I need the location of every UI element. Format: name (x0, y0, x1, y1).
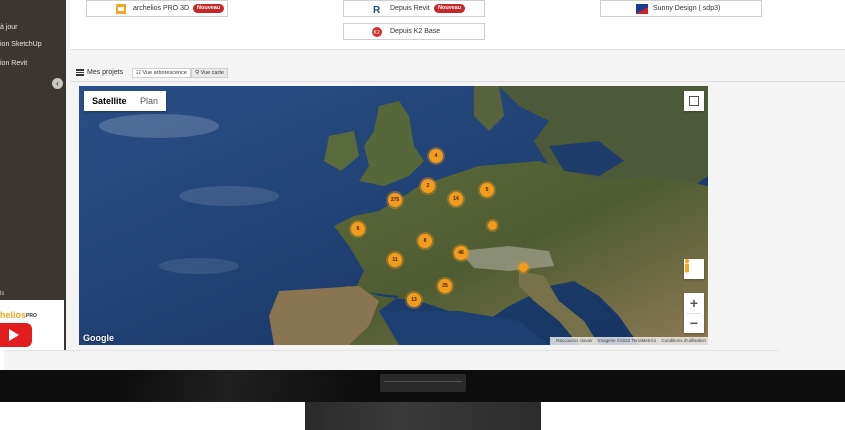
terms-link[interactable]: Conditions d'utilisation (661, 338, 706, 343)
archelios-icon (116, 4, 126, 14)
software-card-label: Sunny Design ( sdp3) (653, 5, 721, 12)
software-card-label: Depuis Revit (390, 5, 430, 12)
software-card-sunny-design[interactable]: Sunny Design ( sdp3) (600, 0, 762, 17)
k2-icon: K2 (372, 27, 382, 37)
promo-brand: helios (0, 310, 27, 320)
map-cluster-marker[interactable]: 8 (418, 234, 432, 248)
fullscreen-icon[interactable] (684, 91, 704, 111)
svg-text:K2: K2 (374, 30, 380, 36)
map-attribution: Raccourcis clavier Imagerie ©2022 TerraM… (550, 337, 708, 345)
map-cluster-marker[interactable]: 275 (388, 193, 402, 207)
list-icon (76, 69, 84, 76)
map-cluster-marker[interactable]: 25 (438, 279, 452, 293)
tab-map-view-label: Vue carte (200, 70, 224, 76)
sidebar-item-revit[interactable]: ion Revit (0, 60, 27, 67)
bottom-panel (4, 350, 779, 370)
monitor-power-button (380, 374, 466, 392)
pegman-icon (685, 259, 689, 273)
map-cluster-marker[interactable]: 5 (480, 183, 494, 197)
map-cluster-marker[interactable]: 11 (388, 253, 402, 267)
map-pin-icon: ⚲ (195, 70, 200, 76)
software-card-label: Depuis K2 Base (390, 28, 441, 35)
sidebar-bottom-label: ls (0, 291, 5, 297)
map-cluster-marker[interactable] (519, 263, 528, 272)
map-cluster-marker[interactable]: 14 (449, 192, 463, 206)
plan-button[interactable]: Plan (132, 91, 166, 111)
svg-text:R: R (373, 5, 381, 14)
street-view-pegman-icon[interactable] (684, 259, 704, 279)
google-logo: Google (83, 333, 114, 343)
map-cluster-marker[interactable]: 46 (454, 246, 468, 260)
tree-icon: ☷ (136, 70, 141, 76)
new-badge: Nouveau (193, 4, 225, 13)
promo-brand-suffix: PRO (26, 313, 37, 319)
tab-map-view[interactable]: ⚲ Vue carte (191, 68, 228, 78)
youtube-play-icon[interactable] (0, 323, 32, 347)
divider (70, 81, 845, 82)
sidebar: à jour ion SketchUp ion Revit ‹ ls helio… (0, 0, 66, 370)
imagery-credit: Imagerie ©2022 TerraMetrics (598, 338, 657, 343)
map-type-control: Satellite Plan (84, 91, 166, 111)
satellite-button[interactable]: Satellite (84, 91, 135, 111)
sidebar-item-sketchup[interactable]: ion SketchUp (0, 41, 42, 48)
map-cluster-marker[interactable]: 6 (351, 222, 365, 236)
software-card-k2[interactable]: K2 Depuis K2 Base (343, 23, 485, 40)
software-card-label: archelios PRO 3D (133, 5, 190, 12)
software-card-archelios[interactable]: archelios PRO 3D Nouveau (86, 0, 228, 17)
software-panel: archelios PRO 3D Nouveau R Depuis Revit … (70, 0, 845, 50)
new-badge: Nouveau (434, 4, 466, 13)
map-cluster-marker[interactable] (488, 221, 497, 230)
keyboard-shortcuts-link[interactable]: Raccourcis clavier (556, 338, 593, 343)
revit-icon: R (373, 5, 381, 14)
sidebar-item-update[interactable]: à jour (0, 24, 18, 31)
map-cluster-marker[interactable]: 4 (429, 149, 443, 163)
satellite-imagery (79, 86, 708, 345)
chevron-left-icon[interactable]: ‹ (52, 78, 63, 89)
map-cluster-marker[interactable]: 2 (421, 179, 435, 193)
project-map[interactable]: Satellite Plan + − Google Raccourcis cla… (79, 86, 708, 345)
projects-title: Mes projets (87, 69, 124, 76)
tab-tree-view-label: Vue arborescence (142, 70, 187, 76)
zoom-out-button[interactable]: − (684, 313, 704, 333)
tab-tree-view[interactable]: ☷ Vue arborescence (132, 68, 191, 78)
sma-icon (636, 4, 648, 14)
screen: à jour ion SketchUp ion Revit ‹ ls helio… (0, 0, 845, 370)
map-cluster-marker[interactable]: 13 (407, 293, 421, 307)
bezel-reflection (120, 370, 360, 402)
monitor-stand (305, 402, 541, 430)
right-panel (710, 86, 779, 346)
zoom-in-button[interactable]: + (684, 293, 704, 313)
software-card-revit[interactable]: R Depuis Revit Nouveau (343, 0, 485, 17)
zoom-control: + − (684, 293, 704, 333)
